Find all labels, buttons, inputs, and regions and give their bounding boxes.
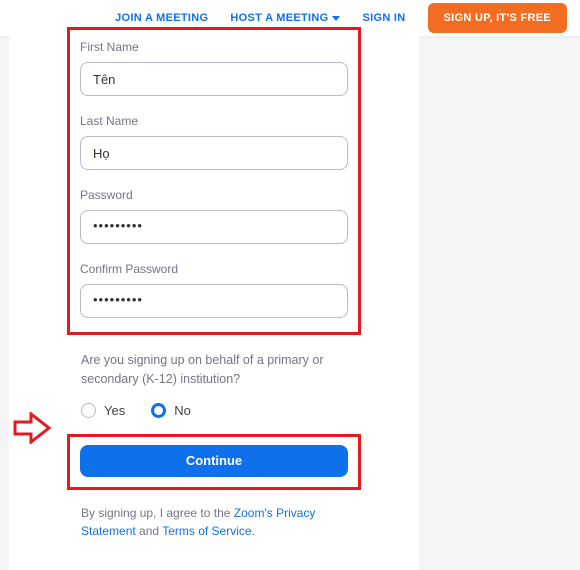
password-input[interactable]: ••••••••• — [80, 210, 348, 244]
continue-button[interactable]: Continue — [80, 445, 348, 477]
legal-prefix: By signing up, I agree to the — [81, 506, 234, 520]
first-name-field: First Name — [80, 40, 348, 96]
host-meeting-dropdown[interactable]: HOST A MEETING — [230, 12, 340, 24]
k12-yes-label: Yes — [104, 403, 125, 418]
confirm-password-input[interactable]: ••••••••• — [80, 284, 348, 318]
first-name-label: First Name — [80, 40, 348, 54]
first-name-input[interactable] — [80, 62, 348, 96]
legal-text: By signing up, I agree to the Zoom's Pri… — [81, 504, 347, 540]
sign-up-button[interactable]: SIGN UP, IT'S FREE — [428, 3, 567, 33]
k12-question: Are you signing up on behalf of a primar… — [81, 351, 347, 389]
password-field: Password ••••••••• — [80, 188, 348, 244]
k12-radio-group: Yes No — [81, 403, 347, 418]
radio-selected-icon — [151, 403, 166, 418]
k12-no-radio[interactable]: No — [151, 403, 191, 418]
last-name-field: Last Name — [80, 114, 348, 170]
password-label: Password — [80, 188, 348, 202]
last-name-label: Last Name — [80, 114, 348, 128]
k12-no-label: No — [174, 403, 191, 418]
radio-icon — [81, 403, 96, 418]
last-name-input[interactable] — [80, 136, 348, 170]
host-meeting-label: HOST A MEETING — [230, 12, 328, 24]
join-meeting-link[interactable]: JOIN A MEETING — [115, 12, 208, 24]
chevron-down-icon — [332, 16, 340, 21]
form-highlight-box: First Name Last Name Password ••••••••• … — [67, 27, 361, 335]
signup-card: First Name Last Name Password ••••••••• … — [9, 27, 419, 570]
arrow-right-icon — [13, 412, 53, 444]
confirm-password-label: Confirm Password — [80, 262, 348, 276]
continue-highlight-box: Continue — [67, 434, 361, 490]
k12-yes-radio[interactable]: Yes — [81, 403, 125, 418]
confirm-password-field: Confirm Password ••••••••• — [80, 262, 348, 318]
sign-in-link[interactable]: SIGN IN — [362, 12, 405, 24]
